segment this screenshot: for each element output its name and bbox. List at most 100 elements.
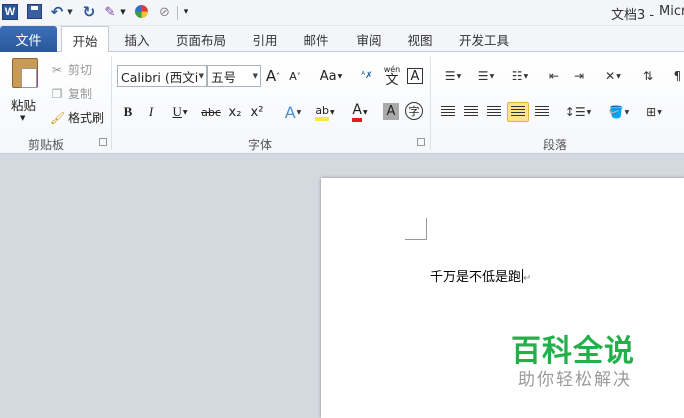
decrease-indent-button[interactable]: ⇤: [544, 66, 564, 86]
grow-font-button[interactable]: A ˄: [265, 66, 281, 86]
tab-page-layout[interactable]: 页面布局: [169, 26, 233, 52]
customize-toolbar-icon[interactable]: ▾: [181, 3, 191, 21]
change-case-icon: Aa: [319, 68, 337, 84]
clear-format-button[interactable]: ᴬ✗: [358, 66, 376, 86]
copy-button[interactable]: ❐ 复制: [50, 85, 92, 102]
tab-view[interactable]: 视图: [401, 26, 439, 52]
paint-bucket-icon: 🪣: [608, 105, 624, 119]
numbering-button[interactable]: ☰ ▼: [472, 66, 500, 86]
cut-button[interactable]: ✂ 剪切: [50, 61, 92, 78]
paint-dropdown-icon[interactable]: ▼: [119, 3, 127, 21]
sort-button[interactable]: ⇅: [638, 66, 658, 86]
shrink-font-icon: A: [289, 69, 297, 83]
increase-indent-button[interactable]: ⇥: [569, 66, 589, 86]
cut-label: 剪切: [68, 63, 93, 77]
highlight-button[interactable]: ab ▼: [311, 102, 339, 122]
undo-dropdown-icon[interactable]: ▼: [66, 3, 74, 21]
divider: [111, 56, 112, 150]
bold-button[interactable]: B: [120, 102, 136, 122]
font-name-value: Calibri (西文i: [121, 69, 199, 85]
paste-dropdown-icon[interactable]: ▼: [20, 114, 25, 122]
grow-font-icon: A: [265, 67, 277, 85]
align-left-button[interactable]: [438, 102, 458, 122]
underline-button[interactable]: U ▼: [167, 102, 193, 122]
tab-mailings[interactable]: 邮件: [297, 26, 335, 52]
font-size-combo[interactable]: 五号 ▼: [207, 65, 261, 87]
clipboard-group-label: 剪贴板: [27, 138, 64, 152]
ribbon-tabs: 文件 开始 插入 页面布局 引用 邮件 审阅 视图 开发工具: [0, 26, 684, 53]
paste-button[interactable]: 粘贴: [11, 95, 36, 114]
char-border-icon: A: [410, 68, 420, 84]
chevron-down-icon[interactable]: ▼: [199, 72, 204, 80]
justify-button[interactable]: [507, 102, 529, 122]
text-effects-button[interactable]: A ▼: [280, 102, 306, 122]
subscript-button[interactable]: x₂: [226, 102, 244, 122]
asian-layout-button[interactable]: ✕ ▼: [598, 66, 628, 86]
phonetic-char: 文: [385, 73, 399, 88]
borders-button[interactable]: ⊞ ▼: [640, 102, 668, 122]
show-marks-button[interactable]: ¶: [671, 66, 684, 86]
change-case-button[interactable]: Aa ▼: [317, 66, 345, 86]
distributed-button[interactable]: [532, 102, 552, 122]
scissors-icon: ✂: [51, 62, 63, 77]
format-paint-icon[interactable]: ✎: [103, 3, 117, 21]
clear-format-icon: ᴬ✗: [361, 71, 373, 81]
char-border-button[interactable]: A: [407, 68, 423, 84]
margin-corner-mark: [405, 218, 427, 240]
font-launcher-icon[interactable]: [417, 138, 425, 146]
strikethrough-button[interactable]: abc: [200, 102, 222, 122]
font-size-value: 五号: [211, 69, 237, 85]
font-color-button[interactable]: A ▼: [346, 102, 374, 122]
italic-button[interactable]: I: [143, 102, 159, 122]
bullets-button[interactable]: ☰ ▼: [439, 66, 467, 86]
enclose-char-button[interactable]: 字: [405, 102, 423, 120]
superscript-button[interactable]: x²: [248, 102, 266, 122]
paragraph-mark-icon: ↵: [523, 273, 532, 284]
align-right-icon: [487, 106, 501, 118]
no-edit-icon[interactable]: ⊘: [157, 3, 172, 21]
tab-insert[interactable]: 插入: [118, 26, 156, 52]
font-name-combo[interactable]: Calibri (西文i ▼: [117, 65, 207, 87]
char-shading-button[interactable]: A: [383, 103, 399, 120]
document-page[interactable]: 千万是不低是跑 ↵ 百科全说 助你轻松解决: [321, 178, 684, 418]
pilcrow-icon: ¶: [673, 69, 682, 83]
document-title: 文档3 -: [611, 8, 655, 23]
watermark-subtitle: 助你轻松解决: [518, 370, 632, 390]
align-right-button[interactable]: [484, 102, 504, 122]
tab-developer[interactable]: 开发工具: [452, 26, 516, 52]
format-painter-label: 格式刷: [68, 111, 105, 125]
align-center-button[interactable]: [461, 102, 481, 122]
brush-icon: 🖌: [50, 110, 66, 125]
document-area[interactable]: 千万是不低是跑 ↵ 百科全说 助你轻松解决: [0, 155, 684, 418]
redo-icon[interactable]: ↻: [82, 3, 96, 21]
phonetic-guide-button[interactable]: wén 文: [381, 62, 403, 88]
justify-icon: [511, 106, 525, 118]
highlight-icon: ab: [315, 104, 330, 121]
tab-references[interactable]: 引用: [246, 26, 284, 52]
undo-icon[interactable]: ↶: [50, 3, 64, 21]
multilevel-list-button[interactable]: ☷ ▼: [506, 66, 534, 86]
line-spacing-button[interactable]: ↕☰ ▼: [564, 102, 592, 122]
text-effects-icon: A: [284, 102, 296, 122]
save-icon[interactable]: [27, 4, 42, 19]
paste-icon[interactable]: [12, 58, 38, 88]
copy-label: 复制: [68, 87, 93, 101]
paragraph-group-label: 段落: [542, 138, 567, 152]
ribbon: 粘贴 ▼ ✂ 剪切 ❐ 复制 🖌 格式刷 剪贴板 Calibri (西文i ▼ …: [0, 52, 684, 154]
borders-icon: ⊞: [646, 105, 657, 119]
tab-file[interactable]: 文件: [0, 26, 57, 52]
distributed-icon: [535, 106, 549, 118]
clipboard-launcher-icon[interactable]: [99, 138, 107, 146]
format-painter-button[interactable]: 🖌 格式刷: [50, 109, 104, 126]
sort-icon: ⇅: [642, 69, 654, 83]
word-logo-icon[interactable]: W: [2, 4, 18, 20]
align-left-icon: [441, 106, 455, 118]
document-text-line[interactable]: 千万是不低是跑 ↵: [430, 266, 531, 285]
tab-review[interactable]: 审阅: [350, 26, 388, 52]
color-wheel-icon[interactable]: [135, 5, 148, 18]
tab-home[interactable]: 开始: [61, 26, 109, 53]
multilevel-list-icon: ☷: [511, 69, 523, 83]
chevron-down-icon[interactable]: ▼: [253, 72, 258, 80]
shrink-font-button[interactable]: A ˅: [287, 66, 303, 86]
shading-button[interactable]: 🪣 ▼: [604, 102, 634, 122]
